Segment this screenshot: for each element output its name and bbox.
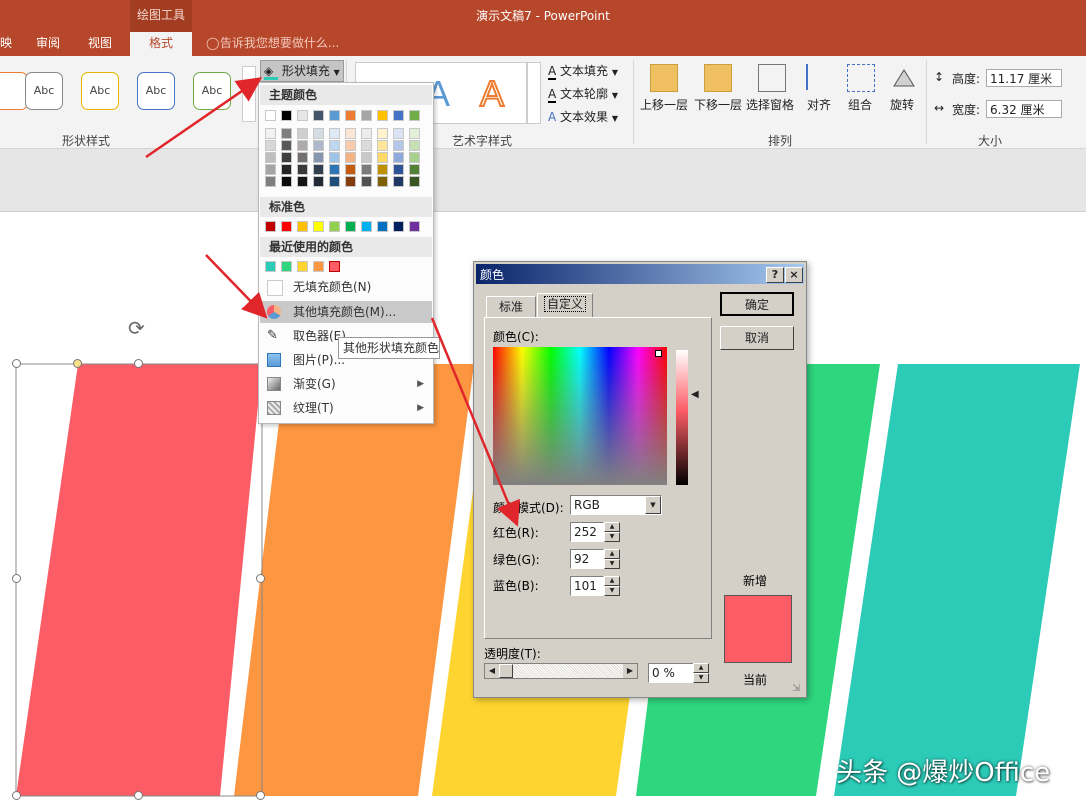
watermark-text: 头条 @爆炒Office	[836, 758, 1051, 788]
annotation-arrow-3	[430, 317, 520, 527]
annotation-arrow-2	[205, 254, 268, 319]
annotation-arrow-1	[145, 77, 263, 159]
annotation-arrows	[145, 77, 520, 527]
